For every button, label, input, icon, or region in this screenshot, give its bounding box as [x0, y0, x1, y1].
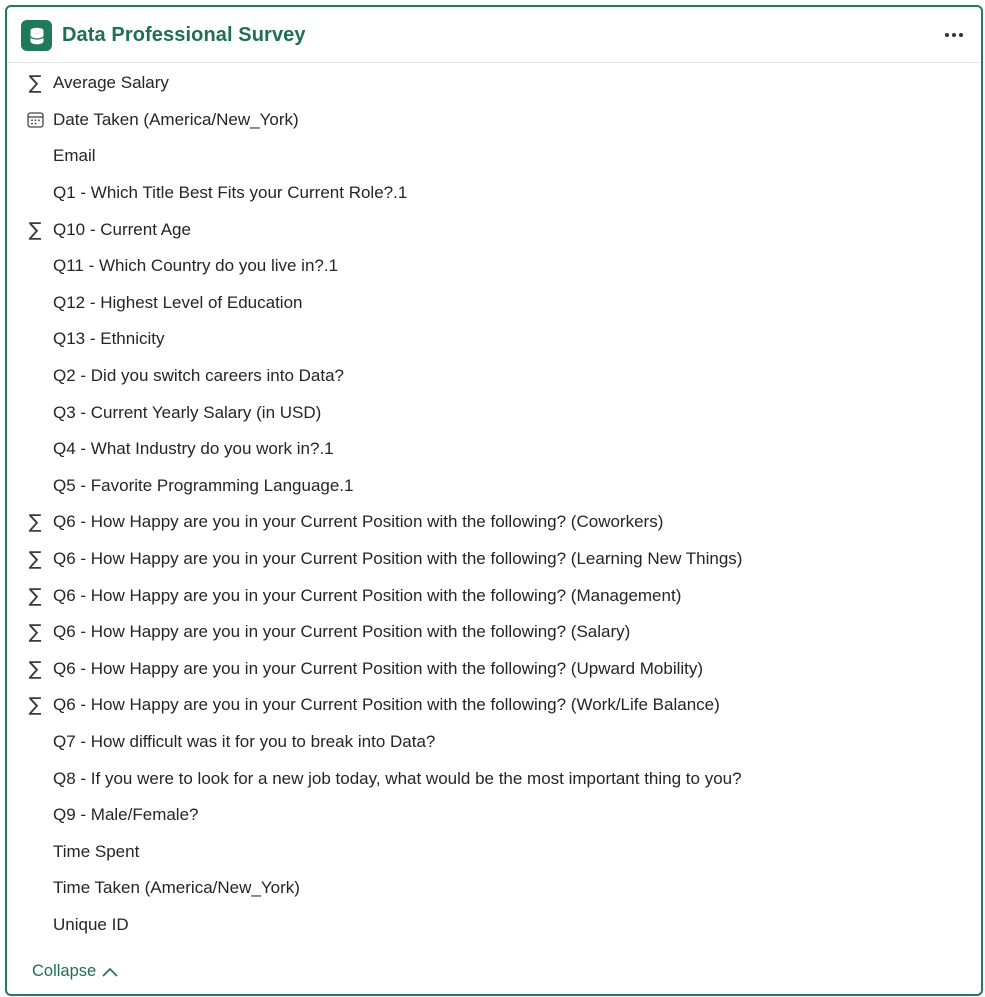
field-item[interactable]: Q12 - Highest Level of Education [7, 285, 981, 322]
field-item[interactable]: ∑ Q6 - How Happy are you in your Current … [7, 504, 981, 541]
field-label: Q1 - Which Title Best Fits your Current … [53, 183, 408, 203]
field-item[interactable]: Q2 - Did you switch careers into Data? [7, 358, 981, 395]
field-label: Q6 - How Happy are you in your Current P… [53, 549, 743, 569]
field-label: Q12 - Highest Level of Education [53, 292, 303, 312]
database-icon [21, 20, 52, 51]
calendar-icon [25, 110, 45, 130]
field-label: Q9 - Male/Female? [53, 805, 199, 825]
field-label: Q7 - How difficult was it for you to bre… [53, 731, 436, 751]
field-item[interactable]: ∑ Q6 - How Happy are you in your Current … [7, 541, 981, 578]
field-item[interactable]: ∑ Q6 - How Happy are you in your Current … [7, 614, 981, 651]
field-item[interactable]: Email [7, 138, 981, 175]
field-item[interactable]: Q5 - Favorite Programming Language.1 [7, 468, 981, 505]
more-options-icon [945, 33, 949, 37]
field-item[interactable]: Q11 - Which Country do you live in?.1 [7, 248, 981, 285]
field-item[interactable]: ∑ Q6 - How Happy are you in your Current … [7, 687, 981, 724]
field-item[interactable]: Q4 - What Industry do you work in?.1 [7, 431, 981, 468]
field-label: Q4 - What Industry do you work in?.1 [53, 439, 334, 459]
field-item[interactable]: Q13 - Ethnicity [7, 321, 981, 358]
more-options-button[interactable] [941, 24, 967, 46]
field-label: Q6 - How Happy are you in your Current P… [53, 622, 631, 642]
table-card: Data Professional Survey ∑ Average Salary… [5, 5, 983, 996]
field-label: Date Taken (America/New_York) [53, 109, 299, 129]
field-item[interactable]: Unique ID [7, 907, 981, 944]
field-list: ∑ Average Salary Date Taken (America/New_Y… [7, 65, 981, 943]
field-label: Q3 - Current Yearly Salary (in USD) [53, 402, 322, 422]
field-item[interactable]: Q8 - If you were to look for a new job t… [7, 760, 981, 797]
field-item[interactable]: ∑ Q10 - Current Age [7, 211, 981, 248]
field-label: Q6 - How Happy are you in your Current P… [53, 695, 720, 715]
more-options-icon-dot [959, 33, 963, 37]
field-item[interactable]: Time Spent [7, 833, 981, 870]
field-item[interactable]: ∑ Average Salary [7, 65, 981, 102]
collapse-button[interactable]: Collapse [32, 962, 119, 981]
field-label: Q8 - If you were to look for a new job t… [53, 768, 742, 788]
sigma-icon: ∑ [28, 511, 42, 534]
sigma-icon: ∑ [28, 218, 42, 241]
field-label: Q13 - Ethnicity [53, 329, 165, 349]
field-label: Q5 - Favorite Programming Language.1 [53, 475, 354, 495]
sigma-icon: ∑ [28, 548, 42, 571]
field-label: Q6 - How Happy are you in your Current P… [53, 585, 682, 605]
field-label: Q2 - Did you switch careers into Data? [53, 366, 345, 386]
table-title: Data Professional Survey [62, 24, 306, 46]
collapse-label: Collapse [32, 962, 97, 980]
field-label: Q10 - Current Age [53, 219, 191, 239]
field-label: Q11 - Which Country do you live in?.1 [53, 256, 339, 276]
field-item[interactable]: Q3 - Current Yearly Salary (in USD) [7, 394, 981, 431]
sigma-icon: ∑ [28, 72, 42, 95]
field-item[interactable]: Q9 - Male/Female? [7, 797, 981, 834]
field-item[interactable]: Q7 - How difficult was it for you to bre… [7, 724, 981, 761]
field-item[interactable]: ∑ Q6 - How Happy are you in your Current … [7, 577, 981, 614]
sigma-icon: ∑ [28, 584, 42, 607]
field-label: Average Salary [53, 73, 169, 93]
field-item[interactable]: Time Taken (America/New_York) [7, 870, 981, 907]
field-item[interactable]: ∑ Q6 - How Happy are you in your Current … [7, 651, 981, 688]
field-label: Q6 - How Happy are you in your Current P… [53, 658, 704, 678]
sigma-icon: ∑ [28, 657, 42, 680]
sigma-icon: ∑ [28, 694, 42, 717]
field-item[interactable]: Q1 - Which Title Best Fits your Current … [7, 175, 981, 212]
chevron-up-icon [102, 967, 118, 977]
field-label: Time Taken (America/New_York) [53, 878, 300, 898]
field-label: Email [53, 146, 96, 166]
field-label: Unique ID [53, 914, 129, 934]
more-options-icon-dot [952, 33, 956, 37]
field-label: Q6 - How Happy are you in your Current P… [53, 512, 664, 532]
field-label: Time Spent [53, 841, 140, 861]
field-item[interactable]: Date Taken (America/New_York) [7, 102, 981, 139]
card-header: Data Professional Survey [7, 7, 981, 63]
sigma-icon: ∑ [28, 621, 42, 644]
